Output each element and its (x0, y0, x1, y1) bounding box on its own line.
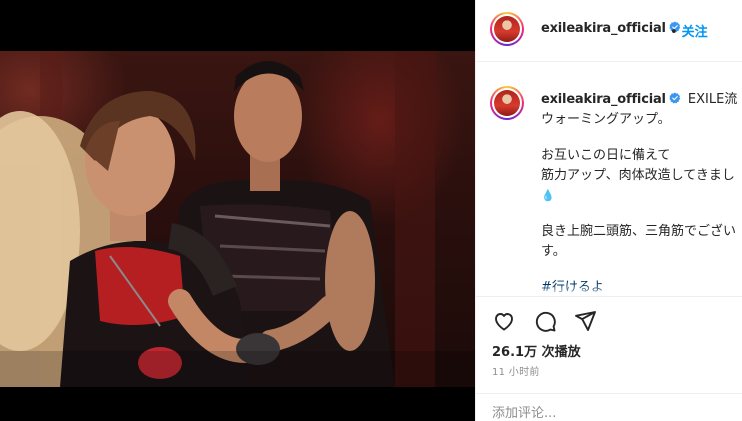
follow-separator: • (670, 25, 678, 40)
video-player[interactable] (0, 51, 475, 387)
comment-icon[interactable] (533, 309, 557, 333)
caption-emoji: 💧 (541, 189, 555, 202)
caption-text-line: 筋力アップ、肉体改造してきまし (541, 168, 735, 183)
post-timestamp[interactable]: 11 小时前 (492, 363, 540, 378)
author-avatar[interactable] (490, 12, 524, 46)
video-pane (0, 0, 475, 421)
post-caption: exileakira_official EXILE流 ウォーミングアップ。 お互… (541, 90, 742, 298)
post-sidebar: exileakira_official • 关注 exileakira_offic… (475, 0, 742, 421)
share-icon[interactable] (573, 309, 597, 333)
follow-button[interactable]: • 关注 (670, 21, 708, 40)
caption-text-line: 良き上腕二頭筋、三角筋でござい (541, 224, 737, 239)
author-username[interactable]: exileakira_official (541, 21, 681, 36)
comment-input[interactable] (492, 406, 722, 421)
caption-username[interactable]: exileakira_official (541, 92, 666, 107)
heart-icon[interactable] (492, 309, 516, 333)
follow-label: 关注 (681, 25, 708, 40)
verified-badge-icon (669, 92, 680, 104)
caption-avatar[interactable] (490, 86, 524, 120)
caption-text-line: お互いこの日に備えて (541, 148, 671, 163)
caption-text-line: EXILE流 (687, 92, 738, 107)
caption-text-line: す。 (541, 244, 566, 259)
caption-text-line: ウォーミングアップ。 (541, 112, 671, 127)
comment-box (476, 393, 742, 421)
view-count: 26.1万 次播放 (492, 345, 581, 360)
post-actions: 26.1万 次播放 11 小时前 (476, 296, 742, 421)
video-still-image (0, 51, 475, 387)
post-header: exileakira_official • 关注 (476, 0, 742, 62)
